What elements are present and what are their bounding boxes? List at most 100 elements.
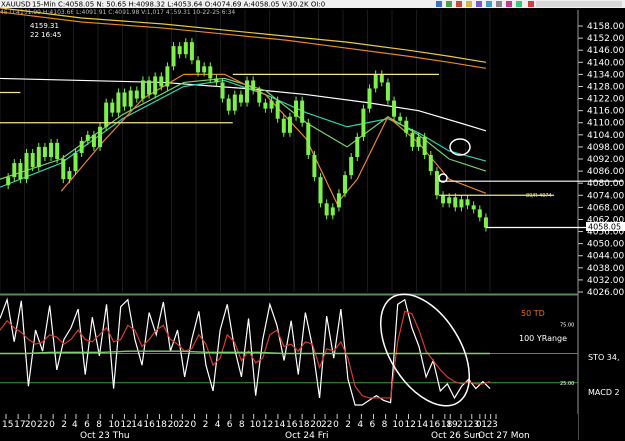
oscillator-pane: 75.0025.0015 17 20 22 0 2 4 6 8 10 12 14 16 18 20 22 0 2 4…: [0, 293, 578, 441]
grid-icon[interactable]: [516, 1, 522, 7]
candle-body: [116, 92, 121, 113]
candle-body: [42, 146, 47, 157]
draw-icon[interactable]: [506, 1, 512, 7]
y-tick-label: 4122.00: [587, 95, 624, 105]
x-tick-label: 0: [190, 420, 196, 430]
cursor-icon[interactable]: [486, 1, 492, 7]
candle-body: [330, 207, 335, 216]
y-tick-label: 4086.00: [587, 167, 624, 177]
candle-body: [189, 42, 194, 61]
osc-tick-label: 25.00: [560, 381, 574, 387]
candle-body: [183, 42, 188, 55]
annotation-circle: [449, 138, 471, 156]
candle-body: [373, 74, 378, 89]
candle-body: [18, 163, 23, 180]
candle-body: [61, 159, 66, 180]
candle-body: [441, 195, 446, 204]
x-tick-label: 12: [405, 420, 416, 430]
candle-body: [171, 46, 176, 67]
candle-body: [238, 94, 243, 103]
candle-body: [196, 60, 201, 73]
refresh-icon[interactable]: [436, 1, 442, 7]
candle-body: [416, 136, 421, 147]
arrows-icon[interactable]: [446, 1, 452, 7]
x-tick-label: 21: [457, 420, 468, 430]
close-icon[interactable]: [528, 1, 534, 7]
candle-body: [153, 76, 158, 95]
window-controls[interactable]: [536, 1, 622, 7]
y-tick-label: 4092.00: [587, 155, 624, 165]
link-icon[interactable]: [496, 1, 502, 7]
candle-body: [165, 66, 170, 87]
candle-body: [404, 120, 409, 133]
header-symbol: XAUUSD: [1, 1, 31, 9]
x-tick-label: 16: [143, 420, 155, 430]
candle-body: [428, 154, 433, 172]
candle-body: [128, 90, 133, 107]
moving-average-line: [0, 77, 487, 180]
x-tick-label: 12: [120, 420, 131, 430]
candle-body: [73, 152, 78, 172]
x-tick-label: 8: [382, 420, 388, 430]
candle-body: [477, 209, 482, 218]
y-tick-label: 4068.00: [587, 203, 624, 213]
candle-body: [67, 171, 72, 180]
bars-icon[interactable]: [466, 1, 472, 7]
candle-body: [85, 134, 90, 141]
candle-body: [343, 175, 348, 194]
x-tick-label: 10: [250, 420, 262, 430]
zoom-icon[interactable]: [476, 1, 482, 7]
candle-body: [281, 118, 286, 133]
x-tick-label: 14: [131, 420, 143, 430]
candle-body: [434, 171, 439, 196]
y-tick-label: 4098.00: [587, 143, 624, 153]
y-tick-label: 4026.00: [587, 288, 624, 298]
y-tick-label: 4128.00: [587, 82, 624, 92]
candle-body: [306, 122, 311, 155]
y-tick-label: 4032.00: [587, 276, 624, 286]
trading-chart: XAUUSD 15-Min C:4058.05 N: 50.65 H:4098.…: [0, 0, 625, 441]
x-tick-label: 18: [298, 420, 310, 430]
candle-body: [324, 203, 329, 216]
x-tick-label: 0: [333, 420, 339, 430]
candle-body: [385, 82, 390, 101]
settings-icon[interactable]: [456, 1, 462, 7]
candle-body: [159, 76, 164, 87]
candle-body: [232, 94, 237, 111]
x-tick-label: 0: [49, 420, 55, 430]
candle-body: [453, 197, 458, 208]
high-value-label: 4159.31: [30, 22, 59, 30]
candle-body: [257, 90, 262, 103]
price-pane: 4158.00 4152.00 4146.00 4140.00 4134.00 4128.…: [0, 7, 625, 440]
x-tick-label: 22: [178, 420, 189, 430]
candle-body: [24, 152, 29, 180]
day-label: Oct 23 Thu: [80, 431, 130, 441]
candle-body: [245, 80, 250, 103]
moving-average-line: [0, 11, 487, 69]
current-price-label: 4058.05: [588, 223, 621, 232]
candle-body: [177, 46, 182, 55]
candle-body: [263, 102, 268, 109]
x-tick-label: 2: [345, 420, 351, 430]
candle-body: [287, 116, 292, 133]
candle-body: [214, 78, 219, 83]
candle-body: [79, 140, 84, 153]
x-tick-label: 2: [61, 420, 67, 430]
x-tick-label: 12: [262, 420, 273, 430]
candle-body: [269, 100, 274, 109]
candle-body: [91, 134, 96, 147]
y-tick-label: 4044.00: [587, 252, 624, 262]
candle-body: [6, 177, 11, 186]
oscillator-line: [0, 310, 491, 399]
x-tick-label: 4: [215, 420, 221, 430]
y-tick-label: 4074.00: [587, 191, 624, 201]
candle-body: [294, 100, 299, 117]
candle-body: [318, 177, 323, 204]
candle-body: [361, 108, 366, 137]
candle-body: [12, 163, 17, 178]
candle-body: [447, 197, 452, 204]
header-timeframe: 15-Min: [32, 1, 56, 9]
y-tick-label: 4140.00: [587, 58, 624, 68]
x-tick-label: 4: [72, 420, 78, 430]
osc-tick-label: 75.00: [560, 322, 574, 328]
